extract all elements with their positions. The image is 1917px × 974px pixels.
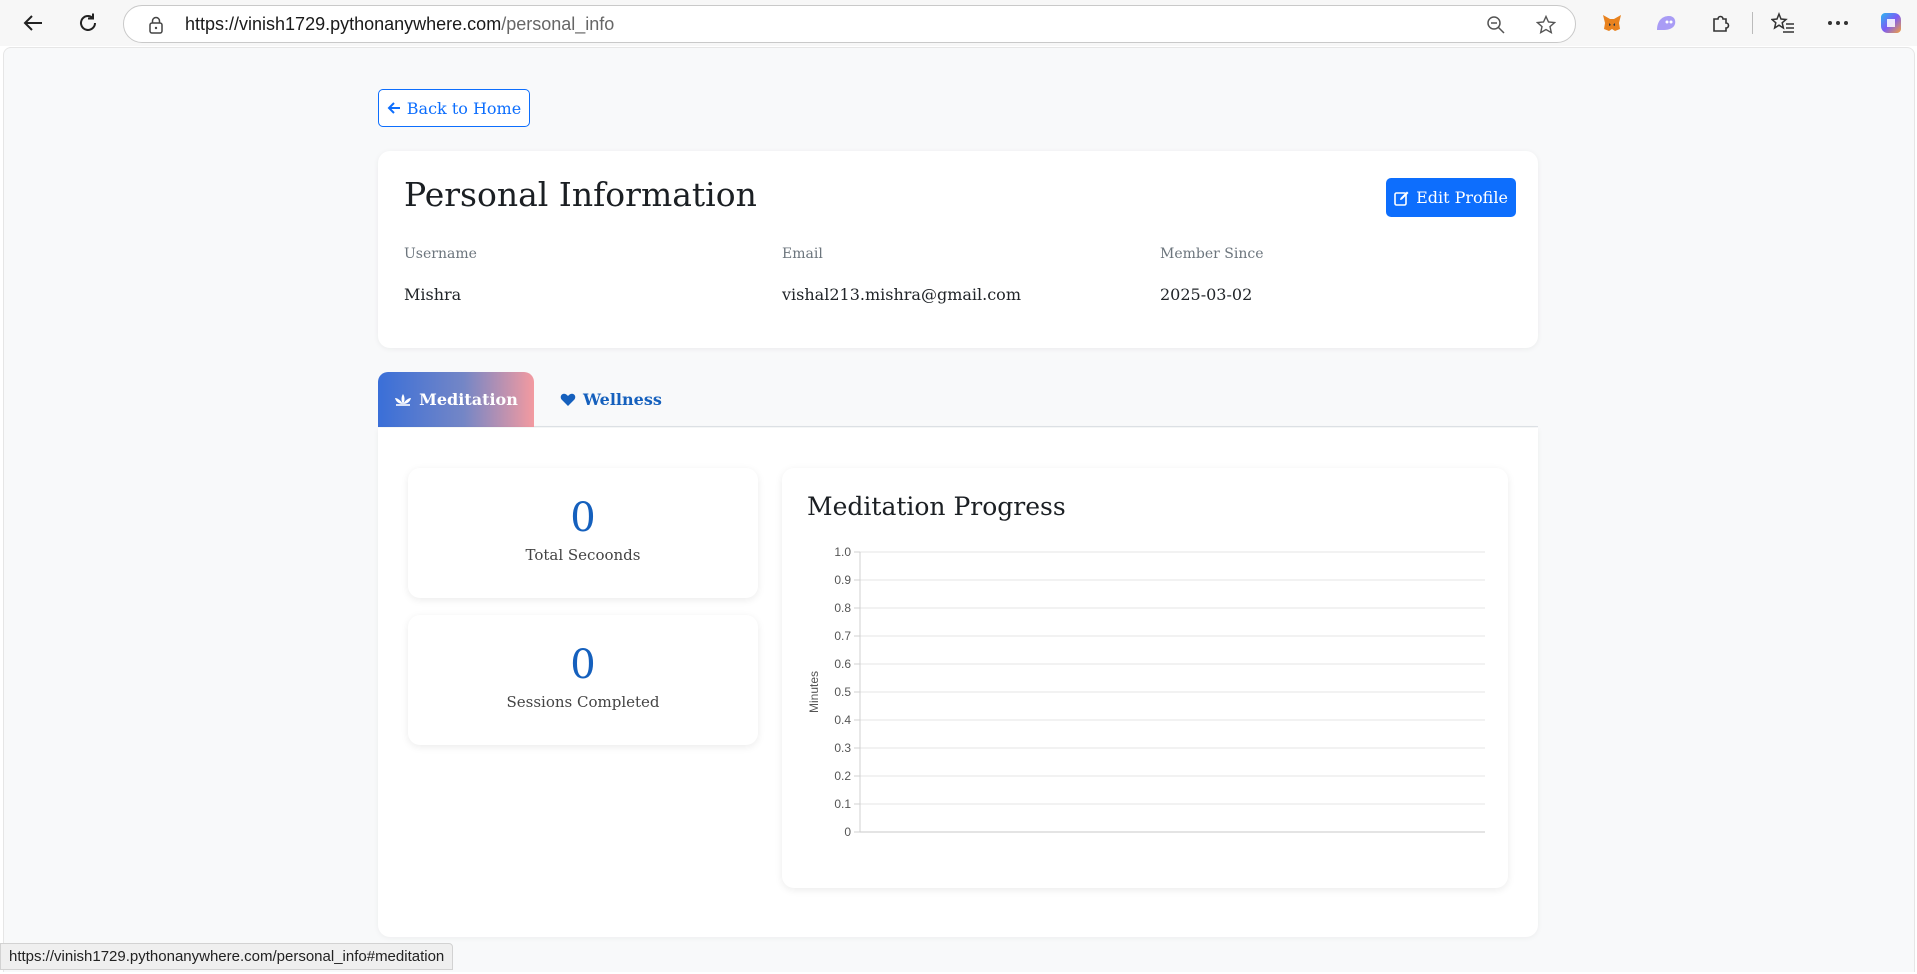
ghost-extension-icon[interactable] [1653, 10, 1679, 36]
zoom-out-icon[interactable] [1486, 15, 1506, 35]
back-arrow-icon[interactable] [18, 8, 48, 38]
extensions-puzzle-icon[interactable] [1708, 10, 1734, 36]
y-tick-label: 0.1 [834, 797, 851, 811]
y-tick-label: 0.4 [834, 713, 851, 727]
metamask-extension-icon[interactable] [1599, 10, 1625, 36]
heart-icon [560, 393, 576, 406]
total-seconds-card: 0 Total Secoonds [408, 468, 758, 598]
tab-meditation-label: Meditation [419, 390, 518, 409]
edit-icon [1394, 191, 1409, 206]
sessions-completed-label: Sessions Completed [506, 693, 660, 711]
lotus-icon [395, 393, 412, 406]
y-tick-label: 0.2 [834, 769, 851, 783]
y-tick-label: 0.8 [834, 601, 851, 615]
tab-bar: Meditation Wellness [378, 372, 1538, 427]
chart-y-ticks: 1.0 0.9 0.8 0.7 0.6 0.5 0.4 0.3 0.2 0.1 0 [834, 545, 851, 839]
meditation-progress-chart: 1.0 0.9 0.8 0.7 0.6 0.5 0.4 0.3 0.2 0.1 0 Minutes [807, 545, 1485, 839]
chart-grid [854, 551, 1485, 833]
y-tick-label: 0.3 [834, 741, 851, 755]
tab-wellness-label: Wellness [583, 390, 662, 409]
back-to-home-button[interactable]: Back to Home [378, 89, 530, 127]
total-seconds-label: Total Secoonds [525, 546, 641, 564]
address-bar[interactable]: https://vinish1729.pythonanywhere.com/pe… [123, 5, 1576, 43]
personal-info-card: Personal Information Edit Profile Userna… [378, 151, 1538, 348]
favorite-star-icon[interactable] [1536, 15, 1556, 35]
email-label: Email [782, 246, 823, 262]
member-since-field: Member Since 2025-03-02 [1160, 246, 1264, 304]
arrow-left-icon [387, 102, 400, 114]
status-bar-link-preview: https://vinish1729.pythonanywhere.com/pe… [0, 943, 454, 970]
y-tick-label: 0.6 [834, 657, 851, 671]
tab-wellness[interactable]: Wellness [560, 372, 662, 427]
meditation-progress-chart-card: Meditation Progress 1.0 0.9 0.8 0.7 0.6 0.5 0.… [782, 468, 1508, 888]
email-field: Email vishal213.mishra@gmail.com [782, 246, 1021, 304]
url-text: https://vinish1729.pythonanywhere.com/pe… [185, 14, 615, 34]
edit-profile-button[interactable]: Edit Profile [1386, 178, 1516, 217]
email-value: vishal213.mishra@gmail.com [782, 285, 1021, 304]
toolbar-divider [1752, 12, 1753, 34]
total-seconds-value: 0 [570, 495, 596, 541]
member-since-value: 2025-03-02 [1160, 285, 1253, 304]
member-since-label: Member Since [1160, 246, 1264, 262]
sessions-completed-card: 0 Sessions Completed [408, 615, 758, 745]
page-viewport: Back to Home Personal Information Edit P… [3, 47, 1915, 972]
browser-toolbar: https://vinish1729.pythonanywhere.com/pe… [0, 0, 1917, 46]
username-value: Mishra [404, 285, 462, 304]
page-title: Personal Information [404, 175, 757, 214]
y-axis-label: Minutes [807, 671, 821, 713]
sessions-completed-value: 0 [570, 642, 596, 688]
y-tick-label: 0 [844, 825, 851, 839]
refresh-icon[interactable] [73, 8, 103, 38]
username-field: Username Mishra [404, 246, 477, 304]
y-tick-label: 0.9 [834, 573, 851, 587]
back-to-home-label: Back to Home [406, 98, 522, 118]
edit-profile-label: Edit Profile [1416, 188, 1508, 207]
meditation-panel: 0 Total Secoonds 0 Sessions Completed Me… [378, 428, 1538, 937]
more-options-icon[interactable] [1825, 10, 1851, 36]
username-label: Username [404, 246, 477, 262]
lock-icon[interactable] [146, 15, 166, 35]
tab-meditation[interactable]: Meditation [378, 372, 534, 427]
copilot-icon[interactable] [1878, 10, 1904, 36]
y-tick-label: 1.0 [834, 545, 851, 559]
y-tick-label: 0.7 [834, 629, 851, 643]
y-tick-label: 0.5 [834, 685, 851, 699]
favorites-list-icon[interactable] [1770, 10, 1796, 36]
